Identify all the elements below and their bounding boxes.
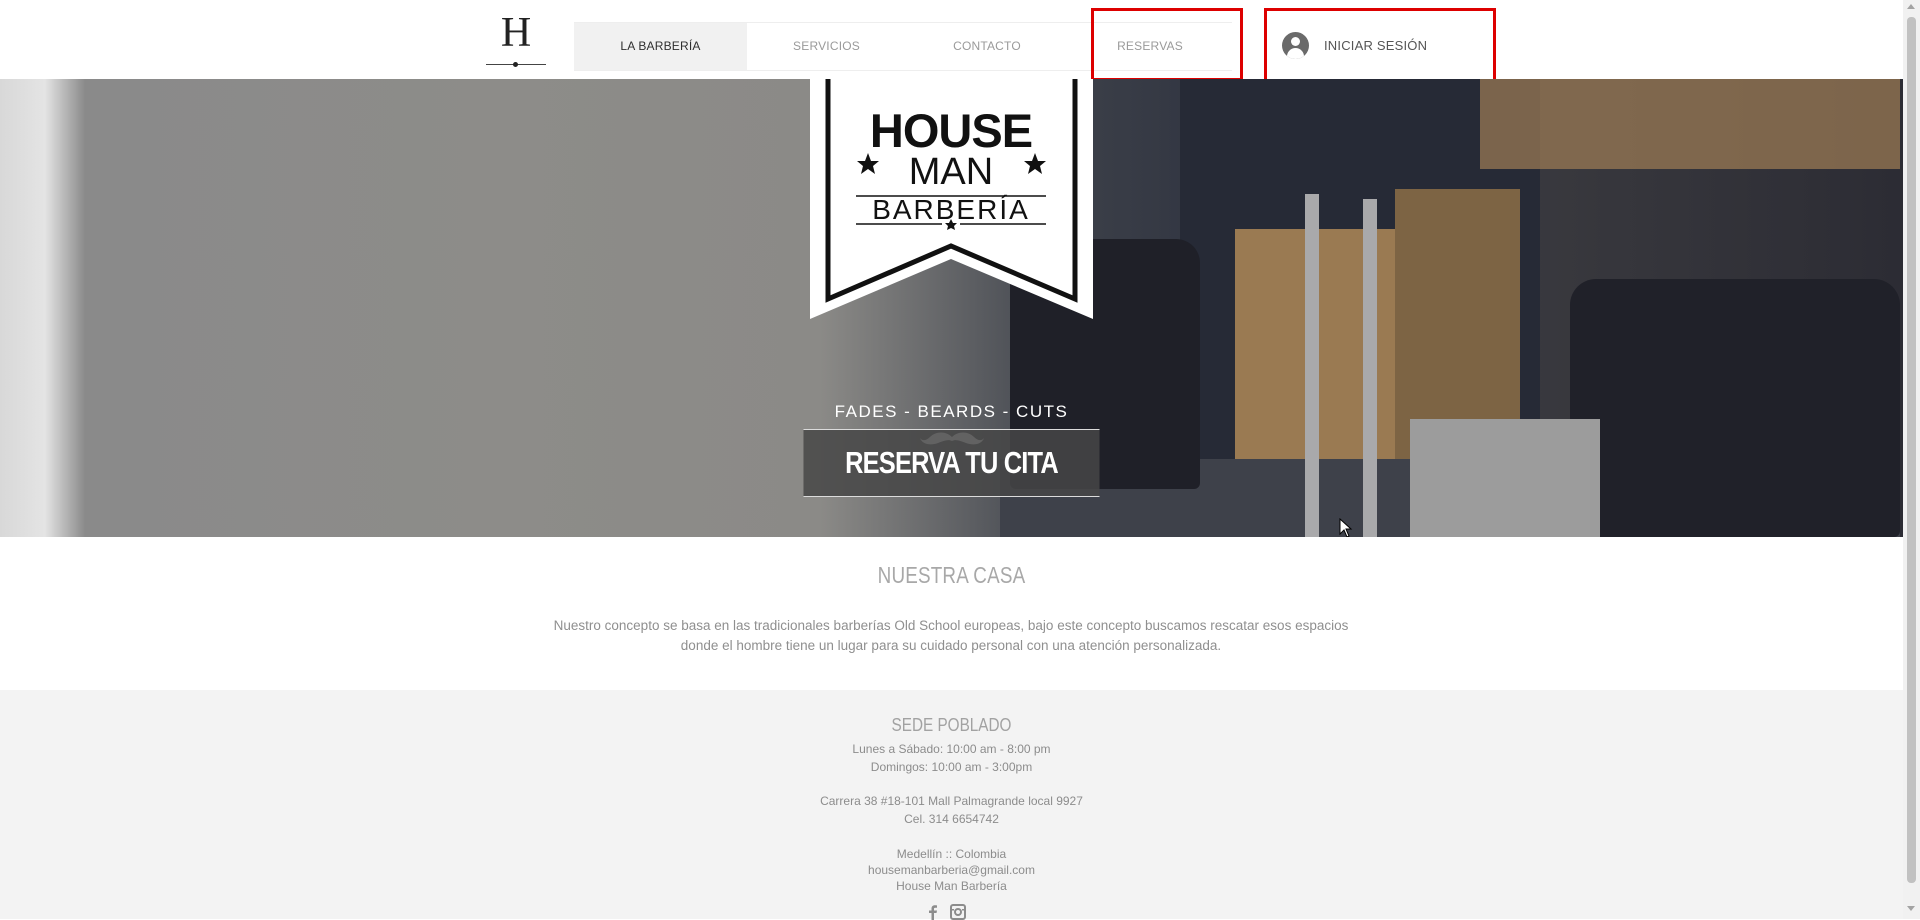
about-text-line: donde el hombre tiene un lugar para su c… bbox=[680, 638, 1222, 653]
reserva-tu-cita-button[interactable]: RESERVA TU CITA bbox=[803, 429, 1100, 497]
scroll-up-arrow-icon[interactable] bbox=[1907, 4, 1915, 9]
logo-text-man: MAN bbox=[909, 151, 993, 193]
footer-hours-sunday: Domingos: 10:00 am - 3:00pm bbox=[870, 760, 1033, 774]
logo-text-house: HOUSE bbox=[870, 104, 1032, 157]
nav-item-contacto[interactable]: CONTACTO bbox=[906, 23, 1068, 70]
nav-item-servicios[interactable]: SERVICIOS bbox=[747, 23, 906, 70]
footer-title: SEDE POBLADO bbox=[891, 715, 1012, 735]
highlight-box-reservas bbox=[1091, 8, 1243, 81]
site-logo[interactable]: H bbox=[486, 10, 546, 70]
footer-city: Medellín :: Colombia bbox=[896, 847, 1007, 861]
house-man-logo: HOUSE MAN BARBERÍA bbox=[810, 79, 1093, 319]
hero-section: HOUSE MAN BARBERÍA FADES - BEARDS - CUTS… bbox=[0, 79, 1903, 537]
page-scrollbar[interactable] bbox=[1903, 0, 1920, 919]
hero-bg-chair bbox=[1570, 279, 1900, 537]
about-title: NUESTRA CASA bbox=[877, 562, 1026, 588]
about-text-line: Nuestro concepto se basa en las tradicio… bbox=[553, 618, 1349, 633]
facebook-icon[interactable] bbox=[925, 904, 941, 920]
hero-bg-pole bbox=[1363, 199, 1377, 537]
mouse-cursor-icon bbox=[1339, 518, 1353, 537]
scroll-down-arrow-icon[interactable] bbox=[1907, 906, 1915, 911]
footer-business-name: House Man Barbería bbox=[896, 879, 1007, 893]
about-text: Nuestro concepto se basa en las tradicio… bbox=[530, 616, 1372, 656]
site-header: H LA BARBERÍA SERVICIOS CONTACTO RESERVA… bbox=[0, 0, 1903, 79]
instagram-icon[interactable] bbox=[950, 904, 966, 920]
footer-email[interactable]: housemanbarberia@gmail.com bbox=[0, 863, 1903, 877]
hero-bg-plate bbox=[1410, 419, 1600, 537]
site-footer: SEDE POBLADO Lunes a Sábado: 10:00 am - … bbox=[0, 690, 1903, 920]
scrollbar-thumb[interactable] bbox=[1907, 17, 1916, 883]
logo-letter: H bbox=[500, 10, 532, 56]
hero-bg-pole bbox=[1305, 194, 1319, 537]
footer-hours-weekdays: Lunes a Sábado: 10:00 am - 8:00 pm bbox=[852, 742, 1051, 756]
footer-phone: Cel. 314 6654742 bbox=[904, 812, 999, 826]
footer-address: Carrera 38 #18-101 Mall Palmagrande loca… bbox=[820, 794, 1083, 808]
highlight-box-login bbox=[1264, 8, 1496, 82]
hero-tagline: FADES - BEARDS - CUTS bbox=[834, 402, 1069, 421]
nav-item-la-barberia[interactable]: LA BARBERÍA bbox=[574, 23, 747, 70]
logo-dot bbox=[513, 62, 518, 67]
hero-bg-shelf bbox=[1480, 79, 1900, 169]
